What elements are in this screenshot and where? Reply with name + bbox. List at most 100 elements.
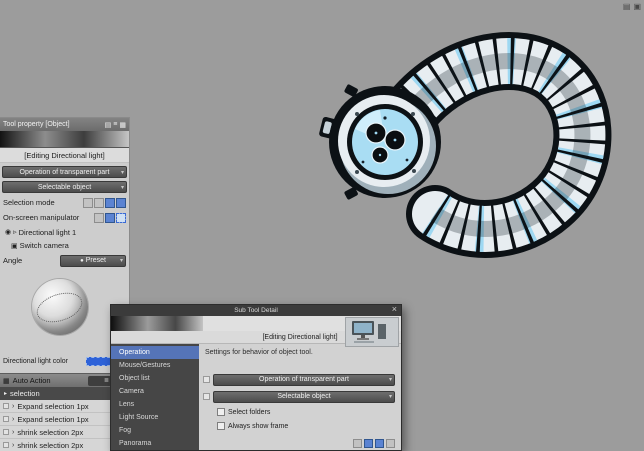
selectable-object-field: Selectable object ▾ (203, 389, 395, 404)
selectable-object-dropdown[interactable]: Selectable object ▾ (213, 390, 395, 403)
manipulator-icons-row (203, 436, 395, 450)
action-set-name: selection (10, 389, 40, 398)
canvas-window-controls: ▤ ▣ (623, 2, 641, 12)
expand-arrow-icon[interactable]: › (12, 442, 14, 449)
directional-light-row[interactable]: ◉ ▹ Directional light 1 (0, 225, 129, 239)
category-panorama[interactable]: Panorama (111, 437, 199, 450)
select-folders-checkbox[interactable] (217, 408, 225, 416)
canvas-watch-illustration (313, 20, 623, 260)
switch-camera-label: Switch camera (19, 241, 69, 250)
action-checkbox[interactable] (3, 442, 9, 448)
manipulator-row: On-screen manipulator (0, 210, 129, 225)
light-orbit-ring (33, 286, 87, 328)
category-operation[interactable]: Operation (111, 346, 199, 359)
selection-mode-add-icon[interactable] (94, 197, 104, 208)
transparent-part-value: Operation of transparent part (259, 376, 349, 383)
action-checkbox[interactable] (3, 429, 9, 435)
watch-drawing (319, 32, 612, 258)
sub-tool-detail-dialog: Sub Tool Detail × [Editing Directional l… (110, 304, 402, 451)
transparent-part-value: Operation of transparent part (19, 168, 110, 176)
chevron-down-icon: ▾ (388, 377, 392, 383)
action-checkbox[interactable] (3, 416, 9, 422)
selection-mode-new-icon[interactable] (83, 197, 93, 208)
chevron-down-icon: ▾ (119, 258, 123, 264)
select-folders-field: Select folders (217, 406, 395, 418)
monitor-illustration (352, 321, 386, 343)
category-fog[interactable]: Fog (111, 424, 199, 437)
dialog-content: Settings for behavior of object tool. Op… (199, 344, 401, 450)
angle-label: Angle (3, 256, 23, 265)
expand-arrow-icon[interactable]: › (12, 429, 14, 436)
chevron-down-icon: ▾ (120, 184, 124, 191)
action-label: Expand selection 1px (17, 414, 89, 424)
dialog-title: Sub Tool Detail (234, 307, 278, 314)
selectable-object-value: Selectable object (277, 393, 331, 400)
expand-arrow-icon[interactable]: › (12, 403, 14, 410)
tree-arrow-icon[interactable]: ▹ (13, 228, 17, 236)
selectable-object-dropdown[interactable]: Selectable object ▾ (2, 181, 127, 193)
manipulator-option-icon[interactable] (375, 438, 384, 448)
manipulator-label: On-screen manipulator (3, 213, 80, 222)
app: ▤ ▣ Tool property [Object] ▤ ≡ ▦ [Editin… (0, 0, 644, 451)
category-lens[interactable]: Lens (111, 398, 199, 411)
action-label: shrink selection 2px (17, 427, 84, 437)
window-icon-b[interactable]: ▣ (633, 2, 641, 12)
transparent-part-dropdown[interactable]: Operation of transparent part ▾ (213, 373, 395, 386)
manipulator-option-icon[interactable] (364, 438, 373, 448)
chevron-down-icon: ▾ (388, 394, 392, 400)
selection-mode-buttons (83, 197, 126, 208)
directional-light-label: Directional light 1 (18, 227, 77, 237)
dialog-body: Operation Mouse/Gestures Object list Cam… (111, 344, 401, 450)
preset-dropdown[interactable]: ● Preset ▾ (60, 254, 126, 267)
action-label: shrink selection 2px (17, 440, 84, 450)
material-preview (345, 317, 399, 347)
panel-menu-icon[interactable]: ≡ (113, 121, 117, 128)
always-show-frame-field: Always show frame (217, 420, 395, 432)
action-checkbox[interactable] (3, 403, 9, 409)
category-mouse-gestures[interactable]: Mouse/Gestures (111, 359, 199, 372)
show-in-tool-property-toggle[interactable] (203, 393, 210, 400)
switch-camera-row[interactable]: ▣ Switch camera (0, 239, 129, 252)
manipulator-on-icon[interactable] (105, 212, 115, 223)
auto-action-icon: ▦ (3, 377, 10, 385)
chevron-down-icon: ▾ (120, 169, 124, 176)
selectable-object-value: Selectable object (37, 183, 92, 191)
expand-arrow-icon[interactable]: › (12, 416, 14, 423)
select-folders-label: Select folders (228, 408, 271, 416)
always-show-frame-label: Always show frame (228, 422, 289, 430)
tool-thumbnail-strip[interactable] (0, 131, 129, 148)
preset-value: Preset (85, 257, 106, 264)
settings-description: Settings for behavior of object tool. (205, 349, 313, 356)
manipulator-option-icon[interactable] (386, 438, 395, 448)
selection-mode-label: Selection mode (3, 198, 55, 207)
auto-action-title: Auto Action (12, 376, 51, 385)
panel-minimize-icon[interactable]: ▤ (105, 121, 112, 129)
selection-mode-multiply-icon[interactable] (116, 197, 126, 208)
manipulator-off-icon[interactable] (94, 212, 104, 223)
manipulator-selected-icon[interactable] (116, 212, 126, 223)
category-camera[interactable]: Camera (111, 385, 199, 398)
transparent-part-dropdown[interactable]: Operation of transparent part ▾ (2, 166, 127, 178)
angle-row: Angle ● Preset ▾ (0, 252, 129, 269)
always-show-frame-checkbox[interactable] (217, 422, 225, 430)
category-object-list[interactable]: Object list (111, 372, 199, 385)
dialog-titlebar[interactable]: Sub Tool Detail × (111, 305, 401, 316)
camera-icon: ▣ (11, 242, 18, 250)
window-icon-a[interactable]: ▤ (623, 2, 631, 12)
expander-icon: ▸ (4, 391, 8, 397)
manipulator-option-icon[interactable] (353, 438, 362, 448)
show-in-tool-property-toggle[interactable] (203, 376, 210, 383)
directional-light-sphere[interactable] (32, 279, 88, 335)
selection-mode-row: Selection mode (0, 195, 129, 210)
close-icon[interactable]: × (390, 305, 399, 315)
transparent-part-field: Operation of transparent part ▾ (203, 372, 395, 387)
panel-note-icon[interactable]: ▦ (119, 121, 126, 129)
manipulator-buttons (94, 212, 126, 223)
action-label: Expand selection 1px (17, 401, 89, 411)
category-list: Operation Mouse/Gestures Object list Cam… (111, 344, 199, 450)
selection-mode-subtract-icon[interactable] (105, 197, 115, 208)
light-color-label: Directional light color (3, 357, 68, 365)
category-light-source[interactable]: Light Source (111, 411, 199, 424)
tool-property-header[interactable]: Tool property [Object] ▤ ≡ ▦ (0, 118, 129, 131)
panel-title: Tool property [Object] (3, 121, 70, 128)
